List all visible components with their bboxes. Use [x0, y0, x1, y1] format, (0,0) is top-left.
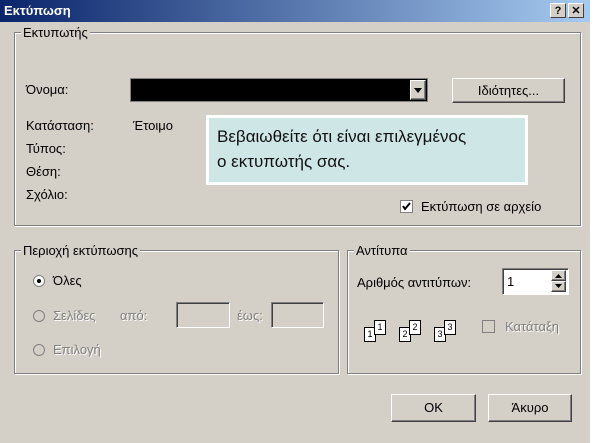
- copies-count-label: Αριθμός αντιτύπων:: [357, 275, 472, 290]
- from-input[interactable]: [176, 302, 230, 328]
- checkmark-icon: [402, 202, 411, 211]
- all-label[interactable]: Όλες: [53, 273, 82, 288]
- title-bar: Εκτύπωση ? ✕: [0, 0, 590, 22]
- cancel-button[interactable]: Άκυρο: [488, 394, 572, 422]
- collate-page-icon: 3: [444, 320, 456, 335]
- from-label: από:: [120, 308, 148, 323]
- printer-name-select[interactable]: [130, 78, 428, 102]
- collate-checkbox[interactable]: [482, 320, 495, 333]
- collate-page-icon: 2: [409, 320, 421, 335]
- help-button[interactable]: ?: [550, 3, 566, 18]
- radio-dot: [37, 279, 41, 283]
- collate-page-icon: 1: [374, 320, 386, 335]
- print-range-label: Περιοχή εκτύπωσης: [21, 243, 141, 258]
- print-dialog: Εκτύπωση ? ✕ Εκτυπωτής Όνομα: Ιδιότητες.…: [0, 0, 590, 443]
- printer-group-label: Εκτυπωτής: [21, 25, 90, 40]
- all-radio[interactable]: [33, 275, 45, 287]
- close-button[interactable]: ✕: [568, 3, 584, 18]
- copies-group-label: Αντίτυπα: [354, 243, 410, 258]
- pages-label[interactable]: Σελίδες: [53, 308, 96, 323]
- copies-count-value: 1: [507, 274, 515, 289]
- print-to-file-checkbox[interactable]: [400, 200, 413, 213]
- comment-label: Σχόλιο:: [26, 187, 68, 202]
- pages-radio[interactable]: [33, 310, 45, 322]
- printer-dropdown-button[interactable]: [410, 80, 426, 100]
- properties-button[interactable]: Ιδιότητες...: [452, 78, 565, 103]
- selection-label[interactable]: Επιλογή: [53, 342, 101, 357]
- tooltip-line-2: ο εκτυπωτής σας.: [217, 152, 351, 171]
- chevron-down-icon: [414, 88, 422, 93]
- copies-count-input[interactable]: 1: [502, 268, 569, 295]
- type-label: Τύπος:: [26, 141, 66, 156]
- spin-down-button[interactable]: [551, 281, 566, 292]
- status-value: Έτοιμο: [133, 118, 173, 133]
- location-label: Θέση:: [26, 164, 61, 179]
- printer-name-label: Όνομα:: [26, 82, 69, 97]
- to-label: έως:: [237, 308, 263, 323]
- ok-button[interactable]: OK: [391, 394, 476, 422]
- printer-tooltip: Βεβαιωθείτε ότι είναι επιλεγμένος ο εκτυ…: [206, 115, 528, 185]
- window-title: Εκτύπωση: [4, 3, 71, 18]
- tooltip-line-1: Βεβαιωθείτε ότι είναι επιλεγμένος: [217, 127, 467, 146]
- collate-label[interactable]: Κατάταξη: [505, 319, 559, 334]
- chevron-up-icon: [555, 274, 562, 278]
- selection-radio[interactable]: [33, 344, 45, 356]
- chevron-down-icon: [555, 284, 562, 288]
- print-to-file-label[interactable]: Εκτύπωση σε αρχείο: [421, 199, 541, 214]
- status-label: Κατάσταση:: [26, 118, 94, 133]
- to-input[interactable]: [271, 302, 324, 328]
- spin-up-button[interactable]: [551, 270, 566, 281]
